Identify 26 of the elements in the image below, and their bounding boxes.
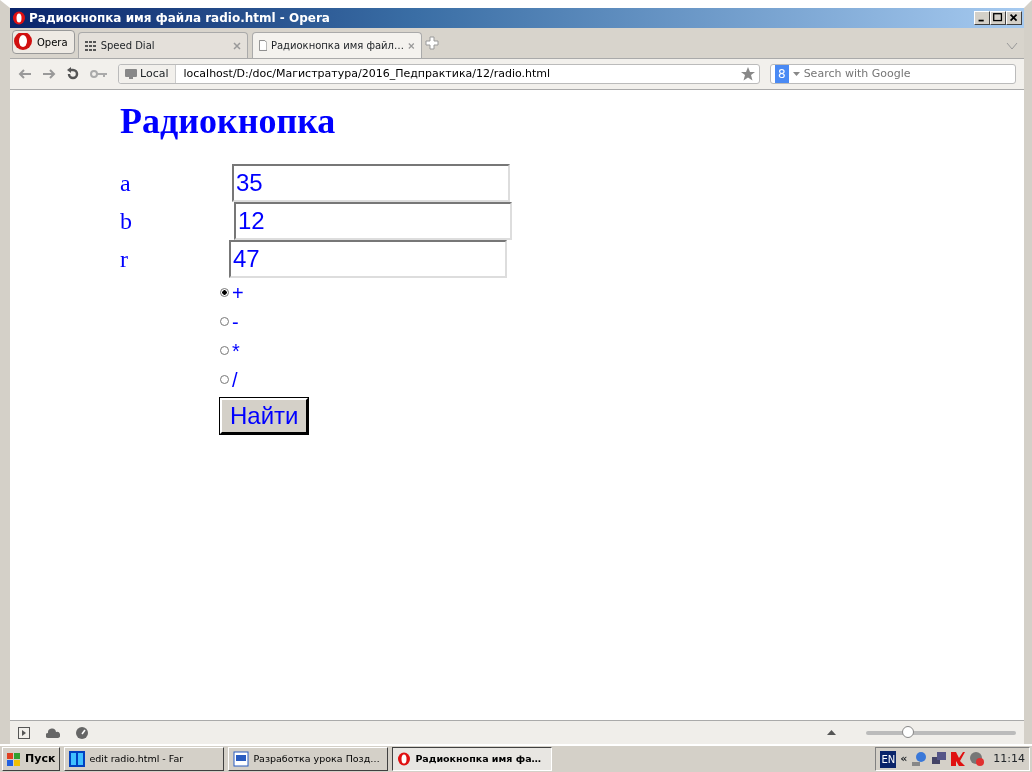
- radio-label: *: [232, 338, 240, 364]
- tab[interactable]: Радиокнопка имя файл…: [251, 32, 422, 58]
- clock: 11:14: [993, 750, 1025, 767]
- url-text[interactable]: localhost/D:/doc/Магистратура/2016_Педпрактика/12/radio.html: [175, 65, 551, 83]
- radio-label: /: [232, 367, 238, 393]
- find-button[interactable]: Найти: [220, 398, 309, 434]
- language-indicator[interactable]: EN: [880, 750, 897, 768]
- field-label: b: [120, 207, 133, 236]
- input-field[interactable]: 35: [232, 164, 510, 202]
- local-badge[interactable]: Local: [119, 65, 176, 83]
- taskbar-button[interactable]: edit radio.html - Far: [64, 747, 225, 771]
- tray-expand-button[interactable]: «: [900, 750, 908, 768]
- radio-label: +: [232, 280, 244, 306]
- field-label: r: [120, 245, 129, 274]
- start-button[interactable]: Пуск: [2, 747, 61, 771]
- input-field[interactable]: 12: [234, 202, 512, 240]
- radio-label: -: [232, 309, 239, 335]
- opera-menu-button[interactable]: Opera: [12, 30, 75, 54]
- taskbar-button[interactable]: Радиокнопка имя фа…: [392, 747, 553, 771]
- page-heading: Радиокнопка: [120, 100, 337, 142]
- window-title: Радиокнопка имя файла radio.html - Opera: [29, 10, 330, 27]
- taskbar-button[interactable]: Разработка урока Позд…: [228, 747, 389, 771]
- tab[interactable]: Speed Dial: [77, 32, 248, 58]
- local-label: Local: [140, 65, 169, 82]
- input-field[interactable]: 47: [229, 240, 507, 278]
- field-label: a: [120, 169, 132, 198]
